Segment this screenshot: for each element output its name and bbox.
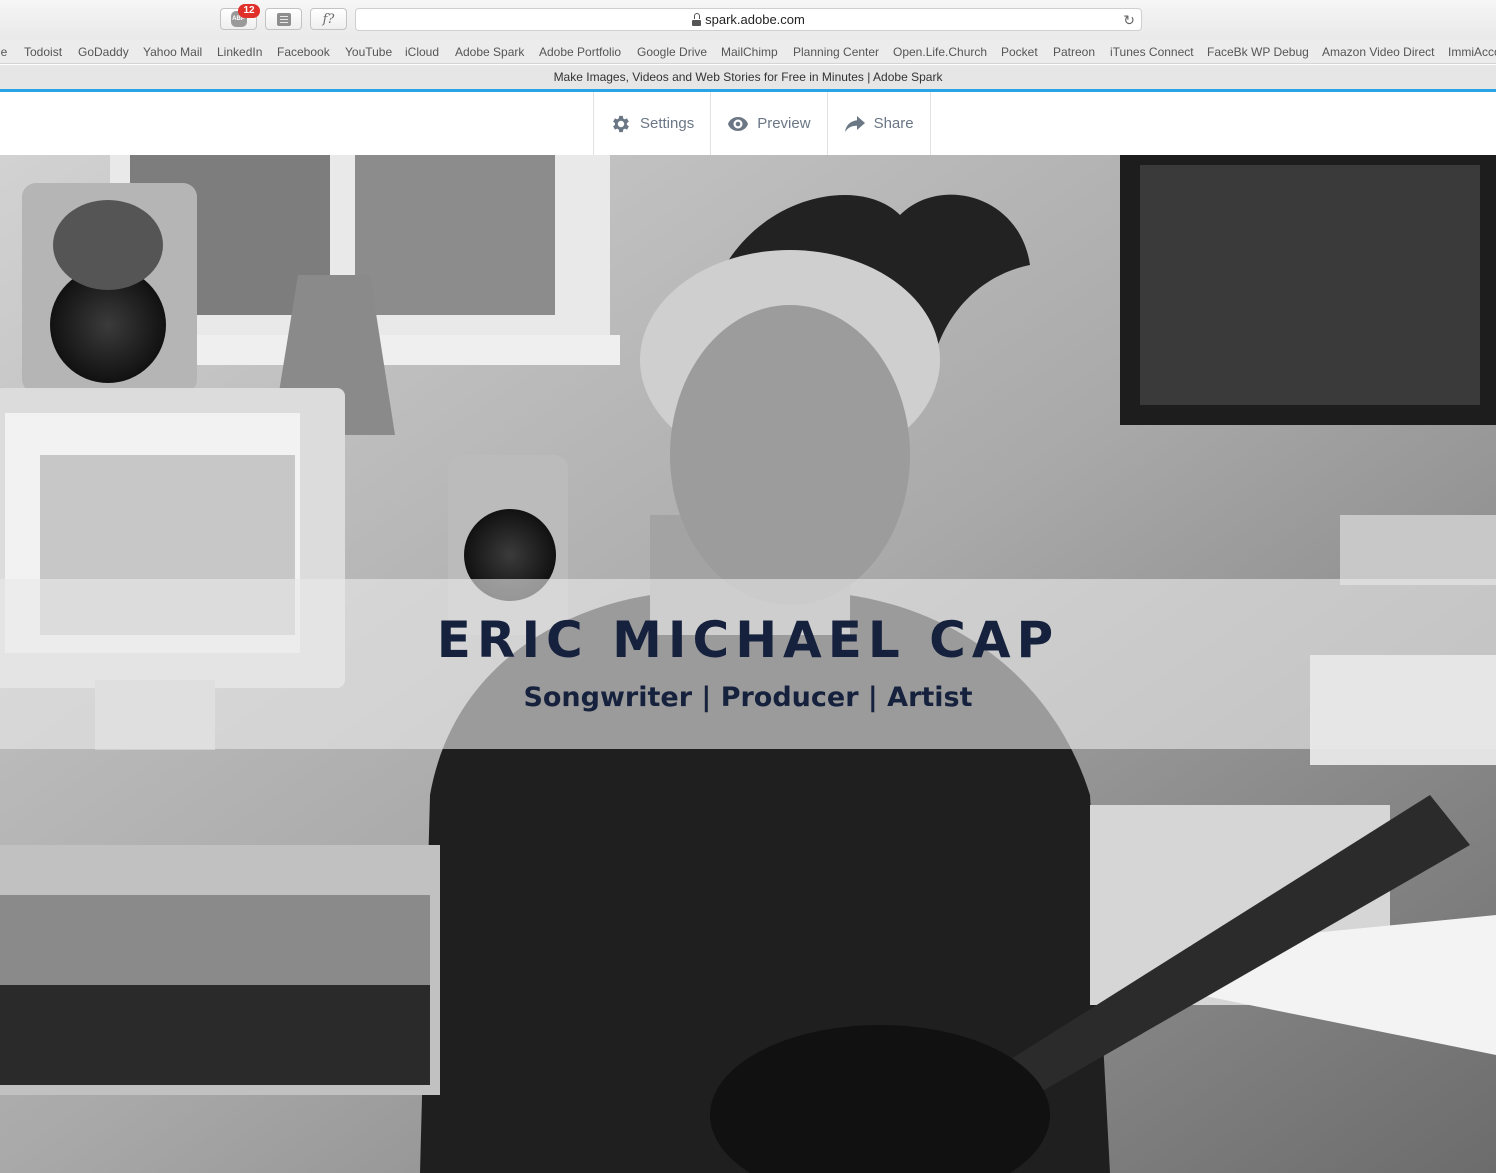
share-button[interactable]: Share (826, 92, 931, 155)
bookmark-item[interactable]: FaceBk WP Debug (1207, 45, 1309, 59)
bookmark-item[interactable]: LinkedIn (217, 45, 262, 59)
bookmark-item[interactable]: ImmiAcco (1448, 45, 1496, 59)
reload-icon[interactable]: ↻ (1123, 12, 1135, 29)
bookmark-item[interactable]: Planning Center (793, 45, 879, 59)
bookmark-item[interactable]: le (0, 45, 7, 59)
bookmark-item[interactable]: Google Drive (637, 45, 707, 59)
share-label: Share (873, 115, 914, 132)
stack-extension-button[interactable] (265, 8, 302, 30)
function-extension-button[interactable]: f? (310, 8, 347, 30)
bookmarks-bar: le Todoist GoDaddy Yahoo Mail LinkedIn F… (0, 40, 1496, 64)
bookmark-item[interactable]: iTunes Connect (1110, 45, 1194, 59)
spark-toolbar: Settings Preview Share (0, 92, 1496, 155)
bookmark-item[interactable]: MailChimp (721, 45, 778, 59)
browser-toolbar: ABP 12 f? spark.adobe.com ↻ (0, 0, 1496, 40)
adblock-count-badge: 12 (238, 4, 260, 18)
bookmark-item[interactable]: GoDaddy (78, 45, 129, 59)
bookmark-item[interactable]: Yahoo Mail (143, 45, 202, 59)
gear-icon (610, 113, 632, 135)
settings-button[interactable]: Settings (593, 92, 710, 155)
address-text: spark.adobe.com (705, 12, 805, 27)
hero-section: ERIC MICHAEL CAP Songwriter | Producer |… (0, 155, 1496, 1173)
bookmark-item[interactable]: Adobe Portfolio (539, 45, 621, 59)
bookmark-item[interactable]: iCloud (405, 45, 439, 59)
address-bar[interactable]: spark.adobe.com ↻ (355, 8, 1142, 31)
hero-title: ERIC MICHAEL CAP (436, 611, 1060, 669)
spark-actions: Settings Preview Share (593, 92, 931, 155)
bookmark-item[interactable]: Facebook (277, 45, 330, 59)
stack-icon (276, 12, 291, 26)
hero-subtitle: Songwriter | Producer | Artist (523, 682, 973, 713)
bookmark-item[interactable]: Pocket (1001, 45, 1038, 59)
tab-active[interactable]: Make Images, Videos and Web Stories for … (0, 65, 1496, 89)
preview-label: Preview (757, 115, 811, 132)
eye-icon (727, 116, 749, 132)
bookmark-item[interactable]: Todoist (24, 45, 62, 59)
bookmark-item[interactable]: Patreon (1053, 45, 1095, 59)
share-arrow-icon (844, 115, 866, 133)
bookmark-item[interactable]: YouTube (345, 45, 392, 59)
bookmark-item[interactable]: Amazon Video Direct (1322, 45, 1435, 59)
lock-icon (692, 12, 702, 26)
settings-label: Settings (640, 115, 695, 132)
bookmark-item[interactable]: Adobe Spark (455, 45, 524, 59)
preview-button[interactable]: Preview (710, 92, 826, 155)
bookmark-item[interactable]: Open.Life.Church (893, 45, 987, 59)
